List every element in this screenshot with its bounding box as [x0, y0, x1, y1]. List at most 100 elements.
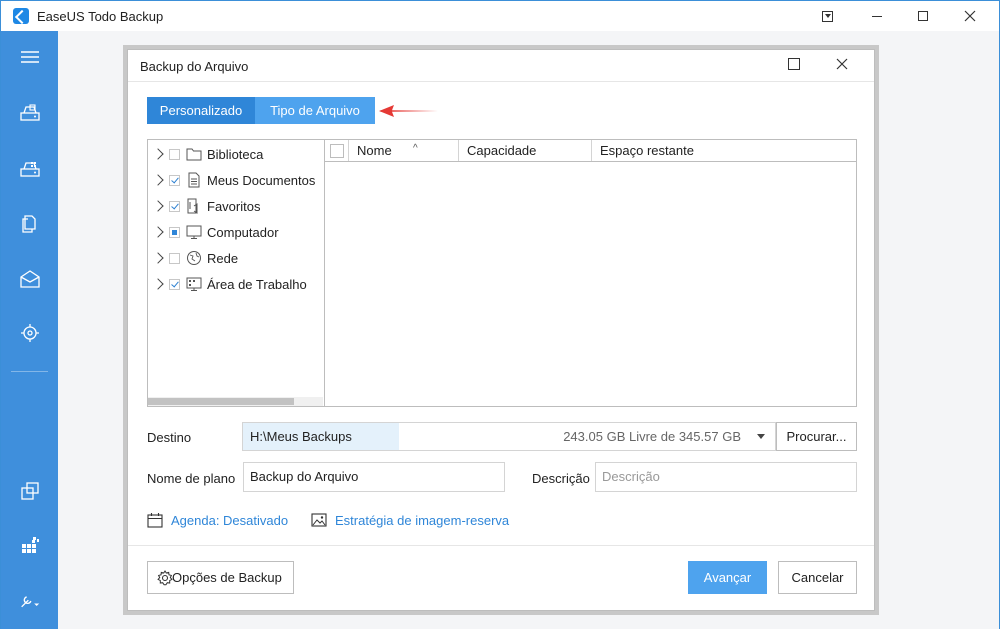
file-backup-icon: [21, 215, 36, 233]
dialog-close-button[interactable]: [832, 54, 852, 74]
close-icon: [836, 58, 848, 70]
sidebar-item-file-backup[interactable]: [1, 204, 58, 244]
calendar-icon: [147, 513, 163, 528]
minimize-button[interactable]: [854, 1, 900, 31]
image-reserve-strategy-link[interactable]: Estratégia de imagem-reserva: [335, 513, 509, 528]
list-header: Nome ^ Capacidade Espaço restante: [325, 140, 856, 162]
clone-icon: [20, 482, 39, 500]
red-arrow-icon: [379, 105, 438, 117]
apps-icon: [21, 537, 39, 553]
next-button[interactable]: Avançar: [688, 561, 767, 594]
app-window: EaseUS Todo Backup Backup do Arquivo Per…: [0, 0, 1000, 629]
dropdown-menu-icon: [821, 10, 833, 22]
tree-item-rede[interactable]: Rede: [148, 247, 323, 269]
gear-icon: [157, 570, 173, 586]
tree-item-label: Favoritos: [207, 198, 261, 214]
tree-item-computador[interactable]: Computador: [148, 221, 323, 243]
column-header-capacity[interactable]: Capacidade: [458, 140, 591, 161]
sidebar-item-smart-backup[interactable]: [1, 313, 58, 353]
description-input[interactable]: Descrição: [595, 462, 857, 492]
tree-checkbox[interactable]: [169, 148, 180, 160]
dialog-maximize-icon[interactable]: [788, 58, 800, 70]
file-backup-dialog: Backup do Arquivo Personalizado Tipo de …: [127, 49, 875, 611]
folder-tree: Biblioteca Meus Documentos Favoritos Com…: [147, 139, 324, 407]
destination-free-space: 243.05 GB Livre de 345.57 GB: [563, 429, 741, 444]
select-all-checkbox[interactable]: [330, 144, 344, 158]
tree-item-label: Computador: [207, 224, 279, 240]
app-title: EaseUS Todo Backup: [37, 9, 164, 24]
tree-item-label: Área de Trabalho: [207, 276, 307, 292]
tree-checkbox[interactable]: [169, 226, 180, 238]
tree-item-label: Meus Documentos: [207, 172, 316, 188]
tree-item-favoritos[interactable]: Favoritos: [148, 195, 323, 217]
tree-horizontal-scrollbar[interactable]: [148, 397, 323, 406]
backup-options-button[interactable]: Opções de Backup: [147, 561, 294, 594]
file-list: Nome ^ Capacidade Espaço restante: [324, 139, 857, 407]
column-header-name[interactable]: Nome ^: [348, 140, 458, 161]
expand-chevron-icon[interactable]: [152, 278, 164, 290]
destination-select[interactable]: H:\Meus Backups 243.05 GB Livre de 345.5…: [242, 422, 776, 451]
tree-checkbox[interactable]: [169, 252, 180, 264]
chevron-down-icon[interactable]: [757, 434, 765, 439]
sidebar-menu-button[interactable]: [1, 37, 58, 77]
tree-item-area-de-trabalho[interactable]: Área de Trabalho: [148, 273, 323, 295]
network-icon: [187, 251, 201, 265]
close-button[interactable]: [947, 1, 993, 31]
expand-chevron-icon[interactable]: [152, 200, 164, 212]
window-menu-button[interactable]: [804, 1, 850, 31]
sidebar-separator: [11, 371, 48, 372]
scrollbar-thumb[interactable]: [148, 398, 294, 405]
dialog-header-divider: [128, 81, 874, 82]
tools-icon: [20, 596, 39, 608]
cancel-button[interactable]: Cancelar: [778, 561, 857, 594]
column-label: Nome: [357, 143, 392, 158]
destination-label: Destino: [147, 430, 192, 445]
minimize-icon: [872, 15, 882, 17]
sidebar-item-clone[interactable]: [1, 471, 58, 511]
expand-chevron-icon[interactable]: [152, 174, 164, 186]
close-icon: [964, 10, 976, 22]
plan-name-input[interactable]: Backup do Arquivo: [243, 462, 505, 492]
sidebar-item-tools[interactable]: [1, 581, 58, 621]
disk-backup-icon: [19, 104, 40, 121]
expand-chevron-icon[interactable]: [152, 148, 164, 160]
tree-checkbox[interactable]: [169, 278, 180, 290]
sidebar-item-system-backup[interactable]: [1, 149, 58, 189]
sidebar-item-mail-backup[interactable]: [1, 259, 58, 299]
menu-icon: [20, 51, 39, 63]
easeus-logo-icon: [13, 8, 29, 24]
sidebar-item-apps[interactable]: [1, 525, 58, 565]
plan-name-label: Nome de plano: [147, 471, 236, 486]
dialog-footer-divider: [128, 545, 874, 546]
column-header-free-space[interactable]: Espaço restante: [591, 140, 856, 161]
tree-item-label: Biblioteca: [207, 146, 264, 162]
title-bar: EaseUS Todo Backup: [1, 1, 999, 31]
maximize-button[interactable]: [900, 1, 946, 31]
backup-options-label: Opções de Backup: [172, 570, 282, 585]
sidebar: [1, 31, 58, 629]
system-backup-icon: [19, 162, 40, 177]
expand-chevron-icon[interactable]: [152, 252, 164, 264]
folder-icon: [186, 148, 202, 161]
dialog-title: Backup do Arquivo: [140, 59, 249, 74]
tab-personalizado[interactable]: Personalizado: [147, 97, 255, 124]
mail-backup-icon: [19, 270, 40, 288]
destination-path: H:\Meus Backups: [243, 423, 399, 450]
favorites-icon: [187, 198, 198, 214]
sidebar-item-disk-backup[interactable]: [1, 93, 58, 133]
image-icon: [311, 513, 327, 527]
tree-item-biblioteca[interactable]: Biblioteca: [148, 143, 323, 165]
smart-backup-icon: [20, 324, 39, 342]
tree-checkbox[interactable]: [169, 174, 180, 186]
sort-ascending-icon: ^: [413, 143, 418, 154]
expand-chevron-icon[interactable]: [152, 226, 164, 238]
tree-item-meus-documentos[interactable]: Meus Documentos: [148, 169, 323, 191]
document-icon: [188, 172, 200, 188]
tree-item-label: Rede: [207, 250, 239, 266]
tree-checkbox[interactable]: [169, 200, 180, 212]
maximize-icon: [918, 11, 928, 21]
schedule-link[interactable]: Agenda: Desativado: [171, 513, 288, 528]
tab-tipo-de-arquivo[interactable]: Tipo de Arquivo: [255, 97, 375, 124]
browse-button[interactable]: Procurar...: [776, 422, 857, 451]
computer-icon: [186, 225, 202, 239]
